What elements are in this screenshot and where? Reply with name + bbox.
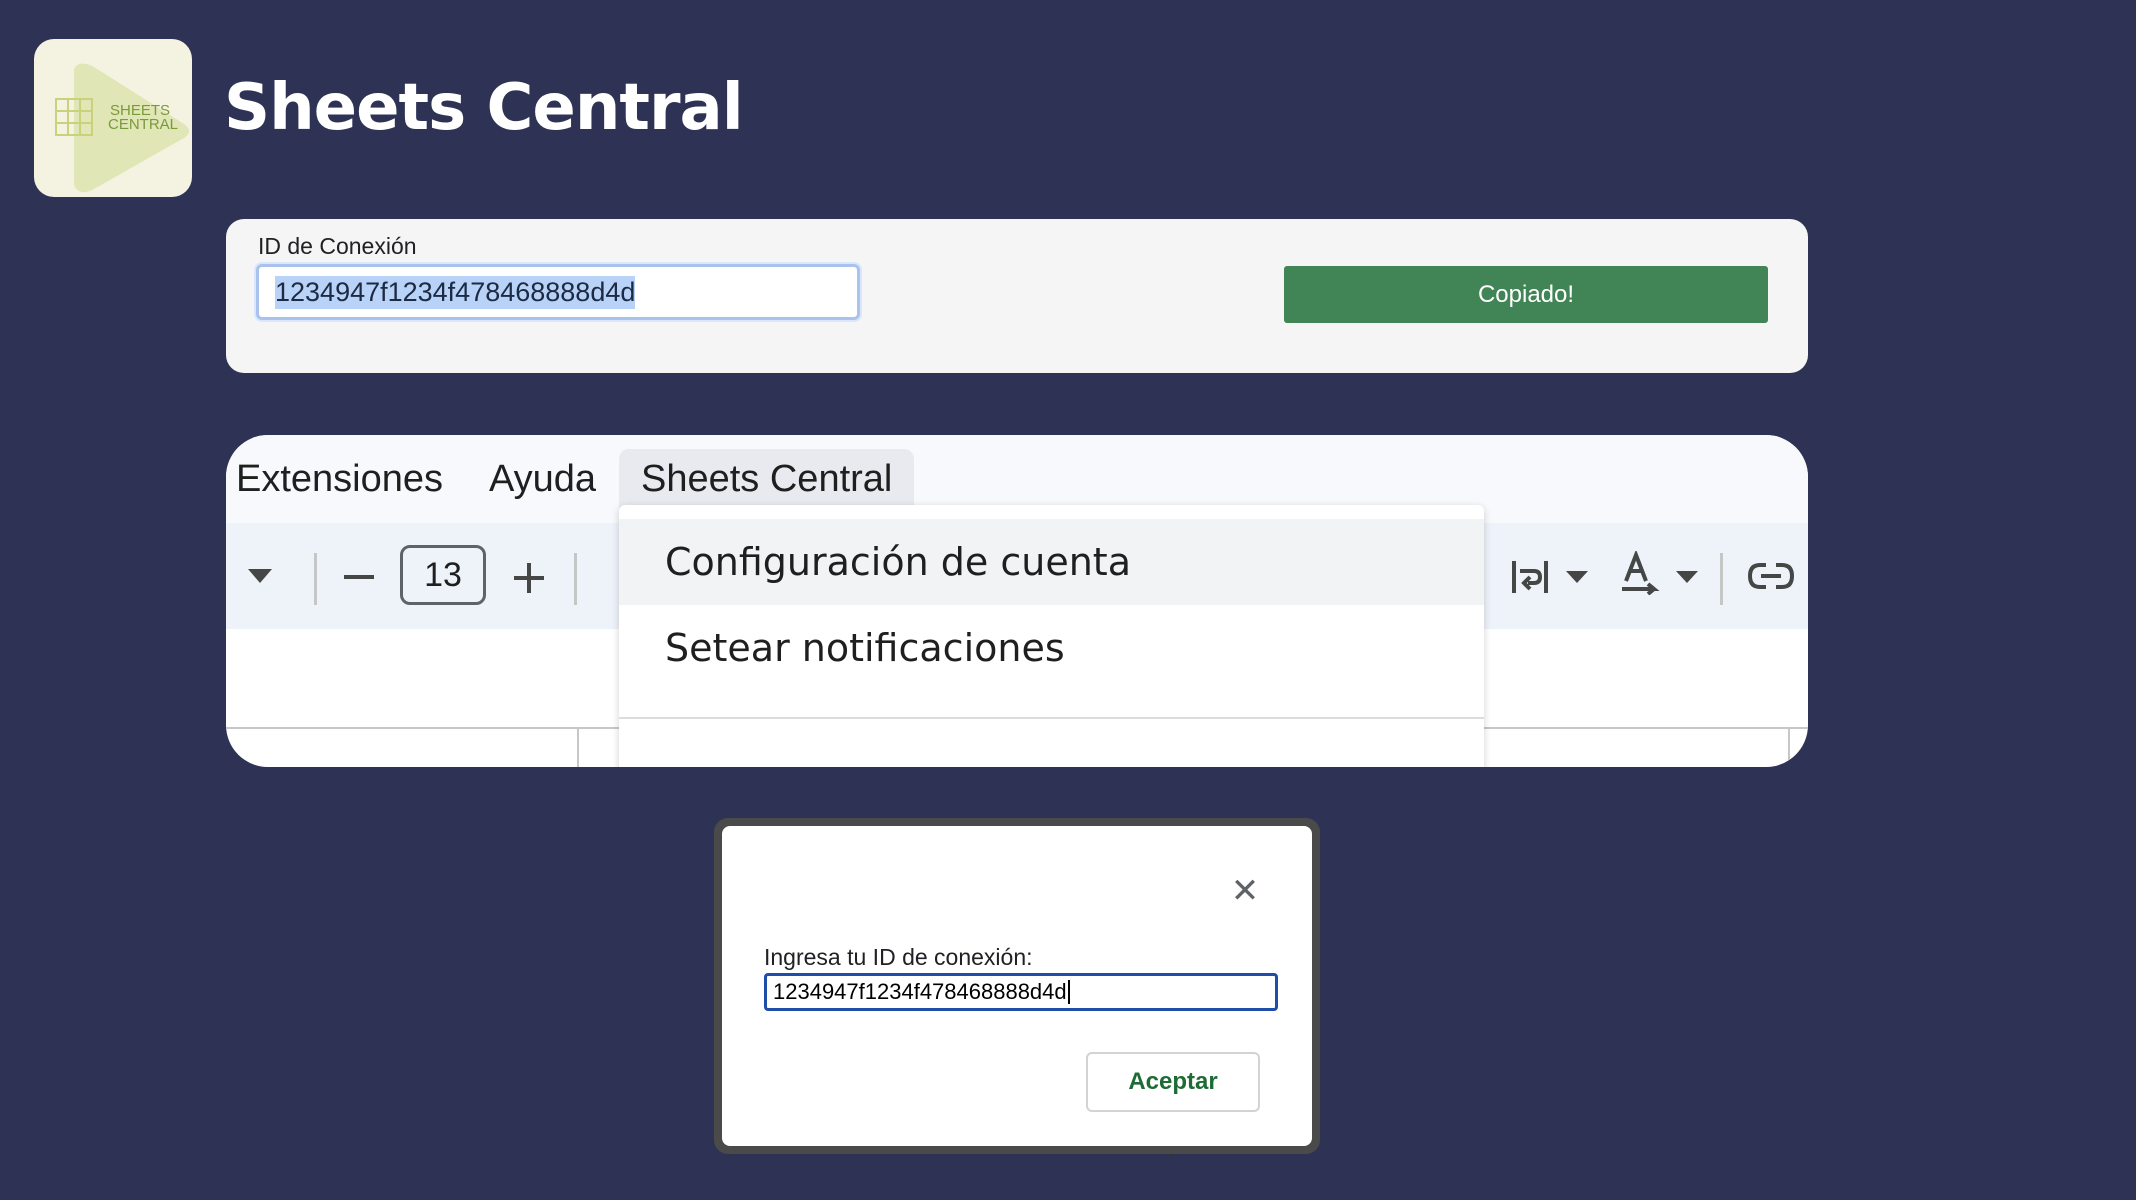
- toolbar-separator: [1720, 553, 1723, 605]
- connection-id-card: ID de Conexión 1234947f1234f478468888d4d…: [226, 219, 1808, 373]
- plus-icon[interactable]: [514, 563, 544, 593]
- toolbar-separator: [314, 553, 317, 605]
- app-logo: SHEETS CENTRAL: [34, 39, 192, 197]
- font-size-input[interactable]: 13: [400, 545, 486, 605]
- connection-dialog: ✕ Ingresa tu ID de conexión: 1234947f123…: [722, 826, 1312, 1146]
- text-rotation-icon[interactable]: [1618, 551, 1662, 595]
- menu-item-configuracion-cuenta[interactable]: Configuración de cuenta: [619, 519, 1484, 605]
- grid-line: [1788, 729, 1790, 767]
- link-icon[interactable]: [1748, 561, 1794, 591]
- grid-line: [577, 729, 579, 767]
- caret-down-icon[interactable]: [1676, 571, 1698, 583]
- close-icon[interactable]: ✕: [1230, 874, 1260, 908]
- connection-id-selected-text: 1234947f1234f478468888d4d: [275, 275, 636, 309]
- menu-divider: [619, 717, 1484, 719]
- caret-down-icon[interactable]: [248, 569, 272, 583]
- dialog-frame: ✕ Ingresa tu ID de conexión: 1234947f123…: [714, 818, 1320, 1154]
- menu-item-setear-notificaciones[interactable]: Setear notificaciones: [619, 605, 1484, 691]
- logo-text-central: CENTRAL: [108, 116, 178, 133]
- accept-button[interactable]: Aceptar: [1086, 1052, 1260, 1112]
- app-title: Sheets Central: [224, 71, 744, 145]
- sheets-central-dropdown: Configuración de cuenta Setear notificac…: [619, 505, 1484, 767]
- text-wrap-icon[interactable]: [1510, 557, 1550, 597]
- dialog-input-value: 1234947f1234f478468888d4d: [773, 979, 1067, 1004]
- copy-button[interactable]: Copiado!: [1284, 266, 1768, 323]
- text-caret: [1067, 980, 1070, 1004]
- menu-ayuda[interactable]: Ayuda: [489, 449, 596, 509]
- connection-id-input[interactable]: 1234947f1234f478468888d4d: [256, 264, 860, 320]
- caret-down-icon[interactable]: [1566, 571, 1588, 583]
- minus-icon[interactable]: [344, 575, 374, 580]
- sheets-menu-screenshot: Extensiones Ayuda Sheets Central 13 Conf…: [226, 435, 1808, 767]
- toolbar-separator: [574, 553, 577, 605]
- menu-extensiones[interactable]: Extensiones: [236, 449, 443, 509]
- dialog-label: Ingresa tu ID de conexión:: [764, 944, 1033, 970]
- sheets-central-logo-icon: SHEETS CENTRAL: [55, 63, 189, 193]
- dialog-connection-id-input[interactable]: 1234947f1234f478468888d4d: [764, 973, 1278, 1011]
- connection-id-label: ID de Conexión: [258, 233, 417, 259]
